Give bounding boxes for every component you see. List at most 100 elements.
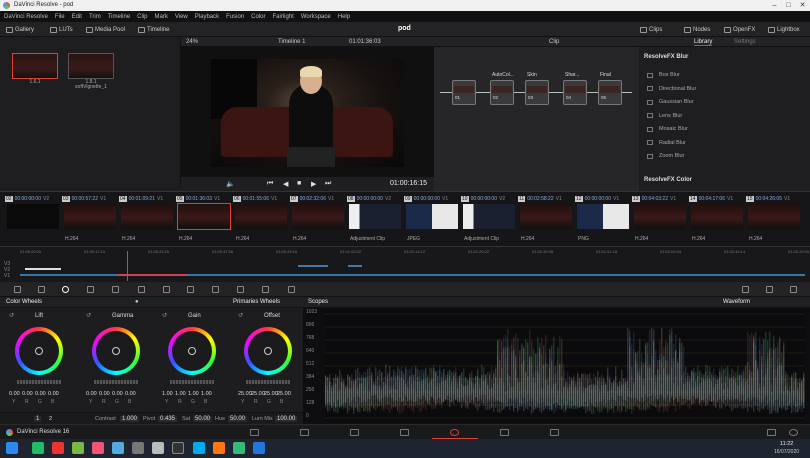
menu-trim[interactable]: Trim bbox=[89, 14, 101, 20]
fairlight-page-icon[interactable] bbox=[500, 429, 509, 436]
menu-mark[interactable]: Mark bbox=[155, 14, 168, 20]
color-match-icon[interactable] bbox=[38, 286, 45, 293]
cut-page-icon[interactable] bbox=[300, 429, 309, 436]
menu-playback[interactable]: Playback bbox=[195, 14, 219, 20]
color-page-icon[interactable] bbox=[450, 429, 459, 436]
fusion-page-icon[interactable] bbox=[400, 429, 409, 436]
task-app-icon[interactable] bbox=[52, 442, 64, 454]
sat-field[interactable]: 50.00 bbox=[193, 416, 213, 422]
scope-type-selector[interactable]: Waveform bbox=[723, 299, 750, 305]
color-wheel-lift[interactable] bbox=[15, 327, 63, 375]
play-reverse-icon[interactable]: ◀ bbox=[283, 180, 288, 188]
menu-color[interactable]: Color bbox=[251, 14, 265, 20]
master-wheel-slider[interactable] bbox=[246, 380, 290, 384]
media-pool-button[interactable]: Media Pool bbox=[86, 25, 125, 34]
edit-page-icon[interactable] bbox=[350, 429, 359, 436]
library-item[interactable]: Zoom Blur bbox=[647, 150, 797, 162]
task-app-icon[interactable] bbox=[193, 442, 205, 454]
color-node[interactable]: 04 bbox=[563, 80, 587, 105]
window-icon[interactable] bbox=[187, 286, 194, 293]
menu-davinci-resolve[interactable]: DaVinci Resolve bbox=[4, 14, 48, 20]
clip-thumbnail[interactable]: 05 00:01:36:03 V1 H.264 bbox=[176, 192, 232, 248]
node-mode-selector[interactable]: Clip bbox=[549, 39, 559, 45]
reset-icon[interactable]: ↺ bbox=[162, 312, 167, 319]
contrast-field[interactable]: 1.000 bbox=[120, 416, 140, 422]
menu-file[interactable]: File bbox=[55, 14, 65, 20]
curves-icon[interactable] bbox=[138, 286, 145, 293]
menu-workspace[interactable]: Workspace bbox=[301, 14, 331, 20]
library-item[interactable]: Gaussian Blur bbox=[647, 96, 797, 108]
menu-view[interactable]: View bbox=[175, 14, 188, 20]
master-wheel-slider[interactable] bbox=[94, 380, 138, 384]
gallery-still-1[interactable] bbox=[12, 53, 58, 79]
wheel-center-handle[interactable] bbox=[112, 347, 120, 355]
clip-thumbnail[interactable]: 11 00:02:58:22 V1 H.264 bbox=[518, 192, 574, 248]
task-app-icon[interactable] bbox=[112, 442, 124, 454]
gallery-button[interactable]: Gallery bbox=[6, 25, 34, 34]
clip-thumbnail[interactable]: 02 00:00:00:00 V2 bbox=[5, 192, 61, 248]
wheel-center-handle[interactable] bbox=[188, 347, 196, 355]
color-node[interactable]: 01 bbox=[452, 80, 476, 105]
hue-field[interactable]: 50.00 bbox=[228, 416, 248, 422]
task-app-icon[interactable] bbox=[92, 442, 104, 454]
clip-thumbnail[interactable]: 13 00:04:03:22 V1 H.264 bbox=[632, 192, 688, 248]
reset-icon[interactable]: ↺ bbox=[238, 312, 243, 319]
clip-thumbnail[interactable]: 04 00:01:09:21 V1 H.264 bbox=[119, 192, 175, 248]
timeline-button[interactable]: Timeline bbox=[138, 25, 169, 34]
scopes-icon[interactable] bbox=[766, 286, 773, 293]
task-app-icon[interactable] bbox=[213, 442, 225, 454]
menu-clip[interactable]: Clip bbox=[137, 14, 147, 20]
tab-library[interactable]: Library bbox=[694, 39, 713, 46]
color-wheel-gain[interactable] bbox=[168, 327, 216, 375]
magic-mask-icon[interactable] bbox=[237, 286, 244, 293]
task-app-icon[interactable] bbox=[152, 442, 164, 454]
task-app-icon[interactable] bbox=[233, 442, 245, 454]
lum-mix-field[interactable]: 100.00 bbox=[275, 416, 298, 422]
skip-forward-icon[interactable]: ⏭ bbox=[325, 180, 331, 188]
task-app-icon[interactable] bbox=[32, 442, 44, 454]
menu-timeline[interactable]: Timeline bbox=[108, 14, 130, 20]
node-editor[interactable]: 01 02 AutoCol... 03 Skin 04 Shar... 05 Final bbox=[434, 47, 639, 191]
color-node[interactable]: 02 bbox=[490, 80, 514, 105]
task-app-icon[interactable] bbox=[172, 442, 184, 454]
library-item[interactable]: Box Blur bbox=[647, 69, 797, 81]
clip-thumbnail[interactable]: 12 00:00:00:00 V1 PNG bbox=[575, 192, 631, 248]
viewer[interactable] bbox=[181, 47, 434, 177]
rgb-mixer-icon[interactable] bbox=[87, 286, 94, 293]
color-wheels-icon[interactable] bbox=[62, 286, 69, 293]
key-icon[interactable] bbox=[288, 286, 295, 293]
camera-raw-icon[interactable] bbox=[14, 286, 21, 293]
timeline-selector[interactable]: Timeline 1 bbox=[278, 39, 305, 45]
clip-thumbnail[interactable]: 15 00:04:26:05 V1 H.264 bbox=[746, 192, 802, 248]
tab-settings[interactable]: Settings bbox=[734, 39, 756, 45]
menu-fairlight[interactable]: Fairlight bbox=[272, 14, 293, 20]
task-app-icon[interactable] bbox=[72, 442, 84, 454]
v2-clip[interactable] bbox=[298, 265, 328, 267]
library-item[interactable]: Mosaic Blur bbox=[647, 123, 797, 135]
clips-button[interactable]: Clips bbox=[640, 25, 662, 34]
pivot-field[interactable]: 0.435 bbox=[158, 416, 178, 422]
clip-thumbnail[interactable]: 14 00:04:17:06 V1 H.264 bbox=[689, 192, 745, 248]
v2-clip[interactable] bbox=[348, 265, 362, 267]
reset-icon[interactable]: ↺ bbox=[9, 312, 14, 319]
clip-thumbnail[interactable]: 06 00:01:55:06 V1 H.264 bbox=[233, 192, 289, 248]
clip-thumbnail[interactable]: 07 00:02:32:06 V1 H.264 bbox=[290, 192, 346, 248]
color-node[interactable]: 05 bbox=[598, 80, 622, 105]
wheel-center-handle[interactable] bbox=[264, 347, 272, 355]
sizing-icon[interactable] bbox=[742, 286, 749, 293]
v1-selected-clip[interactable] bbox=[118, 274, 188, 276]
v2-clip[interactable] bbox=[25, 268, 61, 270]
motion-effects-icon[interactable] bbox=[112, 286, 119, 293]
zoom-level[interactable]: 24% bbox=[186, 39, 198, 45]
settings-gear-icon[interactable] bbox=[789, 429, 798, 436]
openfx-button[interactable]: OpenFX bbox=[724, 25, 755, 34]
clip-thumbnail[interactable]: 08 00:00:00:00 V2 Adjustment Clip bbox=[347, 192, 403, 248]
library-item[interactable]: Lens Blur bbox=[647, 110, 797, 122]
library-item[interactable]: Directional Blur bbox=[647, 83, 797, 95]
clip-thumbnail[interactable]: 09 00:00:00:00 V1 JPEG bbox=[404, 192, 460, 248]
home-icon[interactable] bbox=[767, 429, 776, 436]
qualifier-icon[interactable] bbox=[163, 286, 170, 293]
page-1-button[interactable]: 1 bbox=[34, 416, 42, 422]
reset-icon[interactable]: ↺ bbox=[86, 312, 91, 319]
blur-icon[interactable] bbox=[262, 286, 269, 293]
